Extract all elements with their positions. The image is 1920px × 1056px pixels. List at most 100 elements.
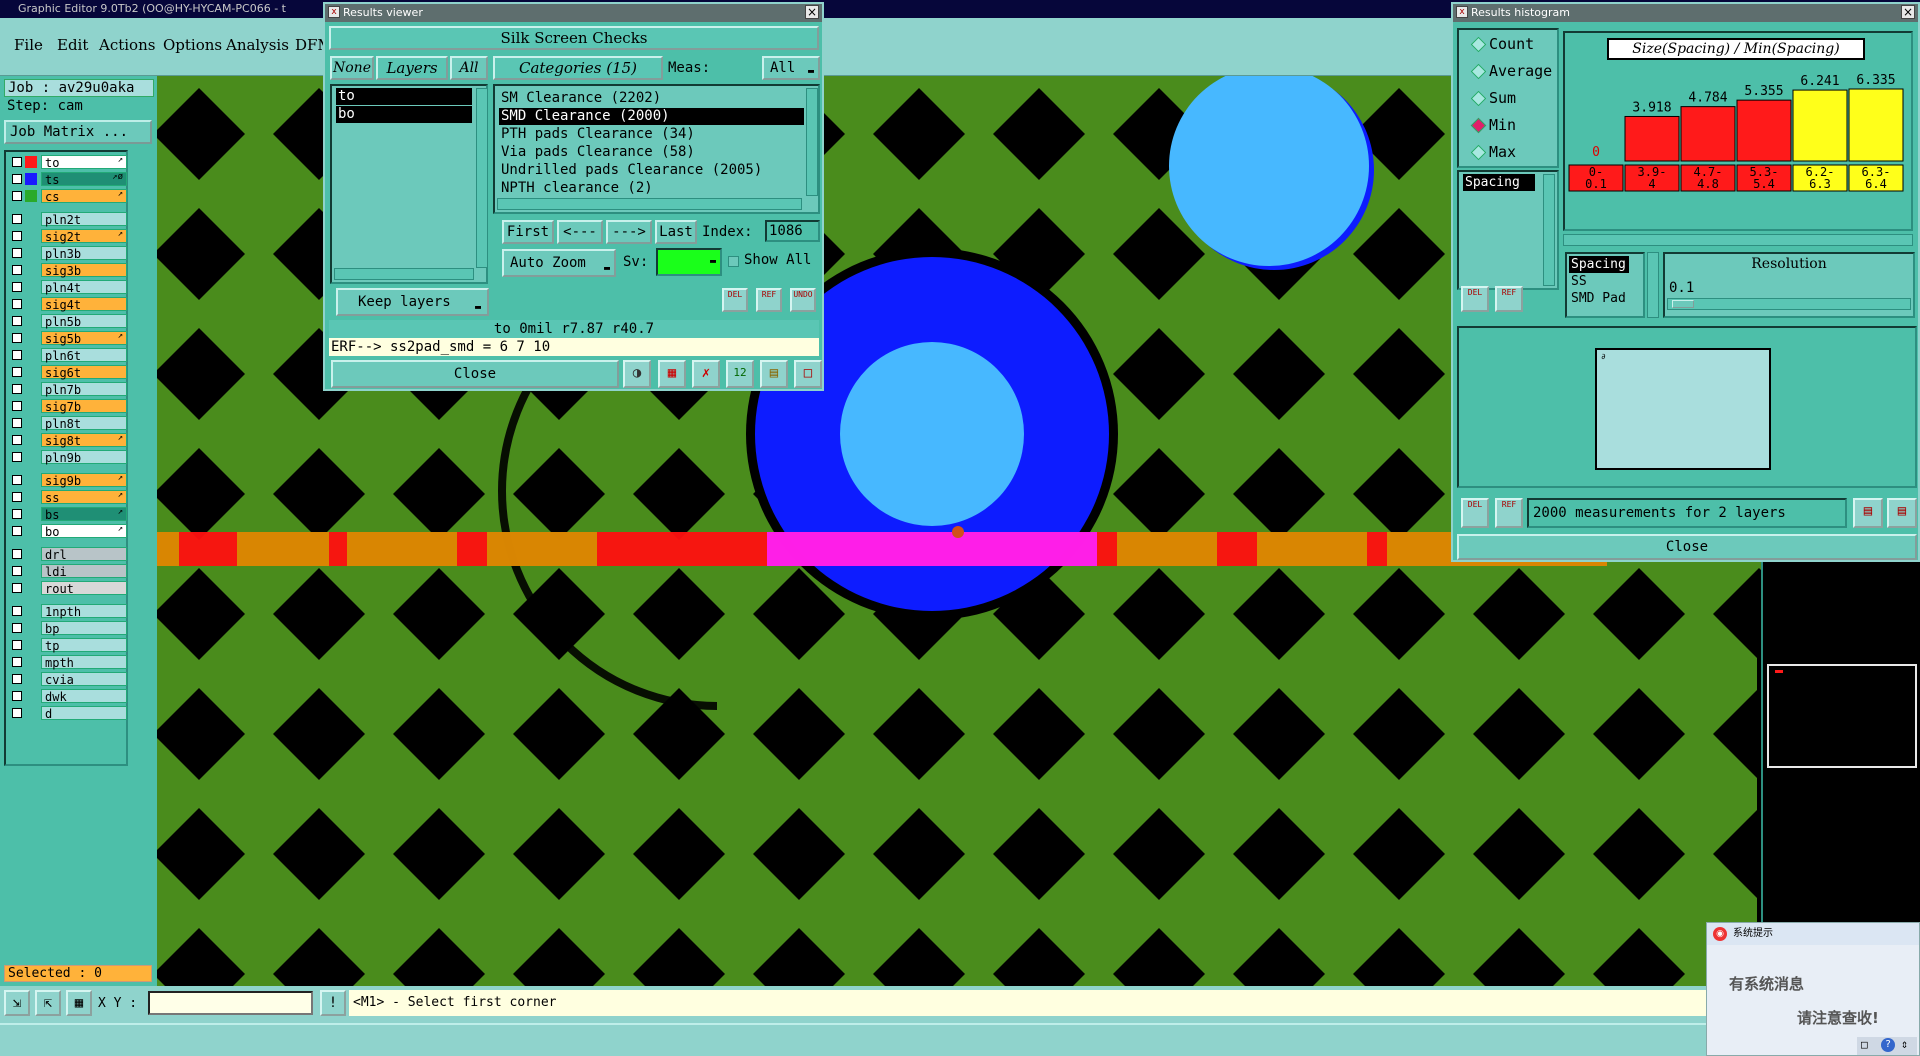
next-button[interactable]: ---> <box>606 220 652 244</box>
layer-affected-icon[interactable]: ↗ <box>118 490 123 500</box>
option-min[interactable]: Min <box>1473 114 1516 136</box>
type-item-smd-pad[interactable]: SMD Pad <box>1569 290 1643 307</box>
option-max[interactable]: Max <box>1473 141 1516 163</box>
one-two-icon[interactable]: 12 <box>726 360 754 388</box>
layer-checkbox[interactable] <box>12 384 22 394</box>
scroll-icon[interactable]: ⇕ <box>1901 1037 1908 1051</box>
layer-checkbox[interactable] <box>12 549 22 559</box>
xy-input[interactable] <box>148 991 313 1015</box>
measure-item-spacing[interactable]: Spacing <box>1463 174 1535 191</box>
category-hscrollbar[interactable] <box>497 198 802 210</box>
export-right-icon[interactable]: ▤ <box>1887 498 1917 528</box>
layers-none-button[interactable]: None <box>330 56 374 80</box>
layer-checkbox[interactable] <box>12 509 22 519</box>
category-item-selected[interactable]: SMD Clearance (2000) <box>499 108 804 125</box>
resolution-slider[interactable] <box>1667 298 1911 310</box>
auto-zoom-dropdown[interactable]: Auto Zoom ▬ <box>502 249 616 277</box>
results-close-button[interactable]: Close <box>331 360 619 388</box>
layer-row[interactable]: pln6t <box>9 348 127 363</box>
layer-checkbox[interactable] <box>12 418 22 428</box>
layer-row[interactable]: pln9b <box>9 450 127 465</box>
layer-row[interactable]: pln3b <box>9 246 127 261</box>
notes-icon[interactable]: ▤ <box>760 360 788 388</box>
layer-row[interactable]: cvia <box>9 672 127 687</box>
layer-affected-icon[interactable]: ↗ø <box>112 172 123 182</box>
del-button[interactable]: DEL <box>722 288 748 312</box>
layer-affected-icon[interactable]: ↗ <box>118 155 123 165</box>
layer-checkbox[interactable] <box>12 583 22 593</box>
layer-row[interactable]: cs ↗ <box>9 189 127 204</box>
layer-checkbox[interactable] <box>12 157 22 167</box>
layer-checkbox[interactable] <box>12 492 22 502</box>
layer-affected-icon[interactable]: ↗ <box>118 524 123 534</box>
histogram-bar[interactable] <box>1792 89 1848 162</box>
layer-row[interactable]: 1npth <box>9 604 127 619</box>
menu-file[interactable]: File <box>14 36 43 54</box>
zoom-fit-icon[interactable]: ⇲ <box>4 990 30 1016</box>
layer-list-hscrollbar[interactable] <box>334 268 474 280</box>
help-icon[interactable]: ? <box>1881 1038 1895 1052</box>
category-scrollbar[interactable] <box>806 88 818 196</box>
layer-checkbox[interactable] <box>12 367 22 377</box>
system-notification[interactable]: ◉ 系统提示 有系统消息 请注意查收! □ ? ⇕ <box>1706 922 1920 1056</box>
layer-checkbox[interactable] <box>12 606 22 616</box>
layer-row[interactable]: bo ↗ <box>9 524 127 539</box>
keep-layers-dropdown[interactable]: Keep layers ▬ <box>336 288 489 316</box>
graph-icon[interactable]: ◑ <box>623 360 651 388</box>
layer-checkbox[interactable] <box>12 231 22 241</box>
category-item[interactable]: SM Clearance (2202) <box>499 90 804 107</box>
histogram-titlebar[interactable]: x Results histogram × <box>1453 4 1918 22</box>
layer-row[interactable]: ldi <box>9 564 127 579</box>
layers-all-button[interactable]: All <box>450 56 488 80</box>
layer-row[interactable]: pln4t <box>9 280 127 295</box>
layer-affected-icon[interactable]: ↗ <box>118 229 123 239</box>
layer-result-bo[interactable]: bo <box>336 106 472 123</box>
layer-row[interactable]: ss ↗ <box>9 490 127 505</box>
menu-options[interactable]: Options <box>163 36 222 54</box>
menu-actions[interactable]: Actions <box>99 36 155 54</box>
layer-affected-icon[interactable]: ↗ <box>118 473 123 483</box>
layer-affected-icon[interactable]: ↗ <box>118 433 123 443</box>
layer-row[interactable]: to ↗ <box>9 155 127 170</box>
layer-row[interactable]: sig7b <box>9 399 127 414</box>
preview-del-button[interactable]: DEL <box>1461 498 1489 528</box>
layer-checkbox[interactable] <box>12 640 22 650</box>
layer-checkbox[interactable] <box>12 674 22 684</box>
grid-icon[interactable]: ▦ <box>66 990 92 1016</box>
layer-row[interactable]: bp <box>9 621 127 636</box>
chart-hscrollbar[interactable] <box>1563 234 1913 246</box>
category-item[interactable]: Via pads Clearance (58) <box>499 144 804 161</box>
option-sum[interactable]: Sum <box>1473 87 1516 109</box>
layer-checkbox[interactable] <box>12 708 22 718</box>
histogram-bar[interactable] <box>1624 115 1680 162</box>
layer-row[interactable]: rout <box>9 581 127 596</box>
close-icon[interactable]: × <box>805 5 819 19</box>
histogram-ref-button[interactable]: REF <box>1495 286 1523 312</box>
tray-icon[interactable]: □ <box>1861 1038 1868 1051</box>
layer-result-to[interactable]: to <box>336 88 472 105</box>
histogram-bar[interactable] <box>1848 88 1904 162</box>
layer-row[interactable]: sig8t ↗ <box>9 433 127 448</box>
layer-checkbox[interactable] <box>12 623 22 633</box>
alert-icon[interactable]: ! <box>320 990 346 1016</box>
type-item-ss[interactable]: SS <box>1569 273 1629 290</box>
option-count[interactable]: Count <box>1473 33 1534 55</box>
layer-row[interactable]: sig5b ↗ <box>9 331 127 346</box>
layer-checkbox[interactable] <box>12 282 22 292</box>
layer-checkbox[interactable] <box>12 350 22 360</box>
prev-button[interactable]: <--- <box>557 220 603 244</box>
layer-checkbox[interactable] <box>12 401 22 411</box>
menu-edit[interactable]: Edit <box>57 36 88 54</box>
type-scrollbar[interactable] <box>1647 252 1659 318</box>
type-item-spacing[interactable]: Spacing <box>1569 256 1629 273</box>
layer-checkbox[interactable] <box>12 566 22 576</box>
results-viewer-titlebar[interactable]: x Results viewer × <box>325 4 822 22</box>
layer-row[interactable]: sig9b ↗ <box>9 473 127 488</box>
sv-color-dropdown[interactable]: ▬ <box>656 248 722 276</box>
report-icon[interactable]: ▦ <box>658 360 686 388</box>
first-button[interactable]: First <box>502 220 554 244</box>
layer-list-scrollbar[interactable] <box>476 88 488 268</box>
zoom-area-icon[interactable]: ⇱ <box>35 990 61 1016</box>
layer-checkbox[interactable] <box>12 526 22 536</box>
layer-row[interactable]: bs ↗ <box>9 507 127 522</box>
